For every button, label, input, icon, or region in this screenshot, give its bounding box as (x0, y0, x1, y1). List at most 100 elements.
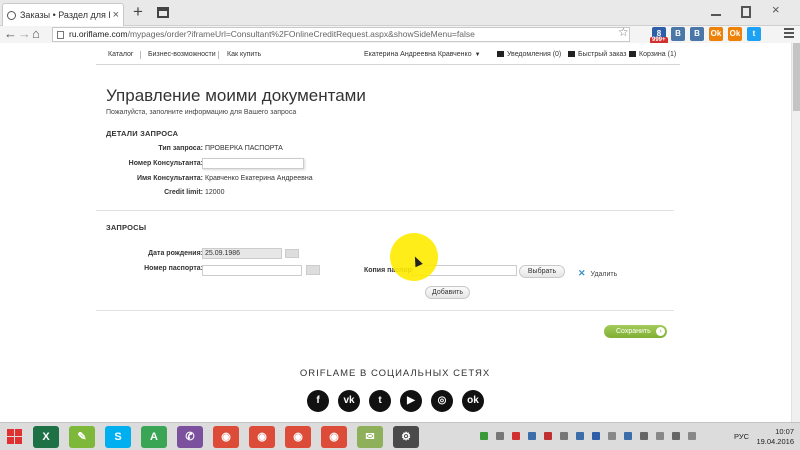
tray-icon[interactable] (656, 432, 664, 440)
nav-link-how-to-buy[interactable]: Как купить (227, 48, 261, 62)
chrome-app-3-icon[interactable]: ◉ (285, 426, 311, 448)
user-menu[interactable]: Екатерина Андреевна Кравченко ▼ (364, 48, 481, 62)
site-favicon-icon (7, 10, 16, 20)
address-bar[interactable]: ru.oriflame.com/mypages/order?iframeUrl=… (52, 27, 630, 42)
minimize-button[interactable] (711, 6, 721, 16)
vk-icon[interactable]: vk (338, 390, 360, 412)
twitter-icon[interactable]: t (369, 390, 391, 412)
url-path: /mypages/order?iframeUrl=Consultant%2FOn… (127, 29, 475, 39)
tray-icon[interactable] (640, 432, 648, 440)
chat-icon (497, 51, 504, 57)
chrome-app-4-icon[interactable]: ◉ (321, 426, 347, 448)
tab-close-icon[interactable]: × (113, 9, 119, 21)
delete-label: Удалить (590, 271, 618, 278)
cart-link[interactable]: Корзина (1) (629, 48, 676, 62)
tray-icon[interactable] (560, 432, 568, 440)
tray-icon[interactable] (672, 432, 680, 440)
autocad-app-icon[interactable]: A (141, 426, 167, 448)
tray-icon[interactable] (688, 432, 696, 440)
browser-menu-icon[interactable] (784, 28, 794, 40)
chrome-app-2-icon[interactable]: ◉ (249, 426, 275, 448)
new-tab-button[interactable]: + (133, 3, 143, 20)
maximize-button[interactable] (741, 6, 751, 18)
extension-icon[interactable]: t (747, 27, 761, 41)
clock-date: 19.04.2016 (756, 437, 794, 446)
nav-link-catalog[interactable]: Каталог (108, 48, 133, 62)
page-title: Управление моими документами (106, 86, 366, 105)
facebook-icon[interactable]: f (307, 390, 329, 412)
tray-icon[interactable] (624, 432, 632, 440)
add-button[interactable]: Добавить (425, 286, 470, 299)
instagram-icon[interactable]: ◎ (431, 390, 453, 412)
tray-icon[interactable] (480, 432, 488, 440)
user-name: Екатерина Андреевна Кравченко (364, 51, 472, 58)
extension-icon[interactable]: В (671, 27, 685, 41)
consultant-number-label: Номер Консультанта: (128, 160, 203, 167)
notes-app-icon[interactable]: ✎ (69, 426, 95, 448)
passport-number-label: Номер паспорта: (144, 265, 203, 272)
tray-icon[interactable] (576, 432, 584, 440)
mail-app-icon[interactable]: ✉ (357, 426, 383, 448)
excel-app-icon[interactable]: X (33, 426, 59, 448)
save-button[interactable]: Сохранить › (604, 325, 667, 338)
browser-toolbar: ← → ⌂ ru.oriflame.com/mypages/order?ifra… (0, 25, 800, 44)
tray-icon[interactable] (544, 432, 552, 440)
odnoklassniki-icon[interactable]: ok (462, 390, 484, 412)
save-label: Сохранить (616, 328, 651, 335)
page-scrollbar[interactable] (791, 43, 800, 422)
tray-icon[interactable] (592, 432, 600, 440)
browser-tab[interactable]: Заказы • Раздел для Консульта × (2, 3, 124, 26)
tool-app-icon[interactable]: ⚙ (393, 426, 419, 448)
quick-order-label: Быстрый заказ (578, 51, 627, 58)
details-heading: ДЕТАЛИ ЗАПРОСА (106, 129, 179, 138)
credit-limit-label: Credit limit: (164, 189, 203, 196)
passport-number-field[interactable] (202, 265, 302, 276)
windows-taskbar: X ✎ S A ✆ ◉ ◉ ◉ ◉ ✉ ⚙ РУС 10:07 19.04.2016 (0, 422, 800, 450)
cart-icon (629, 51, 636, 57)
request-type-label: Тип запроса: (158, 145, 203, 152)
chrome-app-1-icon[interactable]: ◉ (213, 426, 239, 448)
notifications-link[interactable]: Уведомления (0) (497, 48, 561, 62)
extension-icon[interactable]: Ok (709, 27, 723, 41)
tray-icon[interactable] (528, 432, 536, 440)
consultant-name-value: Кравченко Екатерина Андреевна (205, 175, 313, 182)
requests-heading: ЗАПРОСЫ (106, 223, 147, 232)
extension-icon[interactable]: В (690, 27, 704, 41)
viber-app-icon[interactable]: ✆ (177, 426, 203, 448)
youtube-icon[interactable]: ▶ (400, 390, 422, 412)
extension-icon[interactable]: Ok (728, 27, 742, 41)
delete-icon: ✕ (578, 268, 586, 278)
passport-scan-icon[interactable] (306, 265, 320, 275)
tab-title: Заказы • Раздел для Консульта (20, 10, 110, 20)
windows-start-icon[interactable] (7, 429, 23, 445)
consultant-number-field (202, 158, 304, 169)
browser-tab-strip: Заказы • Раздел для Консульта × + × (0, 0, 800, 26)
url-host: ru.oriflame.com (69, 29, 128, 39)
back-button[interactable]: ← (4, 26, 17, 41)
cart-label: Корзина (1) (639, 51, 677, 58)
forward-button[interactable]: → (18, 26, 31, 41)
browse-button[interactable]: Выбрать (519, 265, 565, 278)
nav-link-business[interactable]: Бизнес-возможности (148, 48, 216, 62)
calendar-icon[interactable] (285, 249, 299, 258)
tray-icon[interactable] (608, 432, 616, 440)
tray-icon[interactable] (496, 432, 504, 440)
language-indicator[interactable]: РУС (734, 432, 749, 441)
home-button[interactable]: ⌂ (32, 26, 40, 41)
scrollbar-thumb[interactable] (793, 43, 800, 111)
close-window-button[interactable]: × (772, 3, 782, 16)
quick-order-link[interactable]: Быстрый заказ (568, 48, 626, 62)
credit-limit-value: 12000 (205, 189, 225, 196)
consultant-name-label: Имя Консультанта: (136, 175, 203, 182)
arrow-right-icon: › (656, 327, 665, 336)
tray-icon[interactable] (512, 432, 520, 440)
birth-date-field[interactable]: 25.09.1986 (202, 248, 282, 259)
bookmark-star-icon[interactable]: ☆ (618, 25, 629, 39)
page-icon (57, 31, 64, 39)
clock-time: 10:07 (775, 427, 794, 436)
skype-app-icon[interactable]: S (105, 426, 131, 448)
window-icon[interactable] (157, 7, 169, 18)
delete-button[interactable]: ✕ Удалить (578, 268, 617, 279)
clock[interactable]: 10:07 19.04.2016 (756, 427, 794, 447)
page-content: Каталог Бизнес-возможности Как купить Ек… (0, 43, 800, 422)
